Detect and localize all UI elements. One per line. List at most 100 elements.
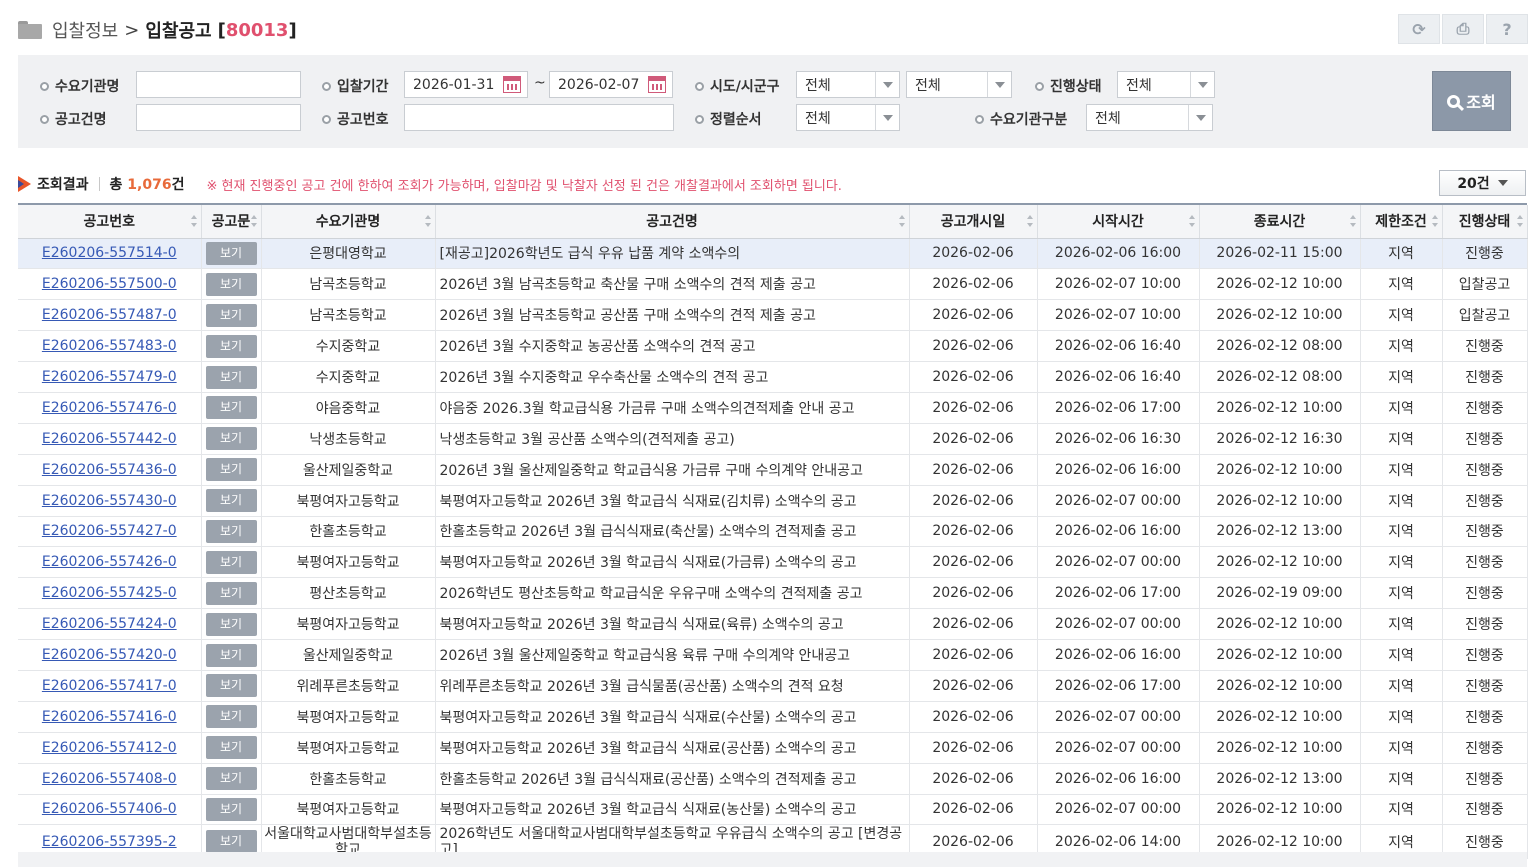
view-button[interactable]: 보기	[205, 797, 257, 821]
col-document-header[interactable]: 공고문	[201, 205, 262, 239]
table-row[interactable]: E260206-557476-0 보기 야음중학교 야음중 2026.3월 학교급식용…	[18, 392, 1528, 424]
page-size-select[interactable]: 20건	[1439, 170, 1526, 196]
notice-no-link[interactable]: E260206-557487-0	[42, 307, 177, 323]
table-row[interactable]: E260206-557430-0 보기 북평여자고등학교 북평여자고등학교 2026년…	[18, 485, 1528, 517]
agency-input[interactable]	[136, 71, 301, 98]
sort-icon[interactable]	[1516, 215, 1523, 227]
notice-no-link[interactable]: E260206-557406-0	[42, 801, 177, 817]
sort-select[interactable]: 전체	[796, 104, 900, 131]
view-button[interactable]: 보기	[205, 830, 257, 854]
col-title-header[interactable]: 공고건명	[435, 205, 910, 239]
sort-icon[interactable]	[190, 215, 197, 227]
table-row[interactable]: E260206-557500-0 보기 남곡초등학교 2026년 3월 남곡초등학교 …	[18, 268, 1528, 301]
status-select[interactable]: 전체	[1117, 71, 1215, 98]
view-button[interactable]: 보기	[205, 767, 257, 791]
col-limit-header[interactable]: 제한조건	[1360, 205, 1443, 239]
view-button[interactable]: 보기	[205, 643, 257, 667]
view-button[interactable]: 보기	[205, 705, 257, 729]
table-row[interactable]: E260206-557514-0 보기 은평대영학교 [재공고]2026학년도 급식 …	[18, 238, 1528, 270]
notice-no-link[interactable]: E260206-557416-0	[42, 709, 177, 725]
view-button[interactable]: 보기	[205, 489, 257, 513]
date-from-input[interactable]: 2026-01-31	[404, 71, 528, 98]
notice-no-link[interactable]: E260206-557420-0	[42, 647, 177, 663]
table-row[interactable]: E260206-557406-0 보기 북평여자고등학교 북평여자고등학교 2026년…	[18, 794, 1528, 826]
agency-type-select[interactable]: 전체	[1086, 104, 1213, 131]
sort-icon[interactable]	[1349, 215, 1356, 227]
view-button[interactable]: 보기	[205, 241, 257, 265]
col-agency-header[interactable]: 수요기관명	[261, 205, 436, 239]
notice-no-link[interactable]: E260206-557479-0	[42, 369, 177, 385]
date-to-input[interactable]: 2026-02-07	[549, 71, 673, 98]
notice-no-link[interactable]: E260206-557412-0	[42, 740, 177, 756]
col-start-time-header[interactable]: 시작시간	[1037, 205, 1200, 239]
table-row[interactable]: E260206-557417-0 보기 위례푸른초등학교 위례푸른초등학교 2026년…	[18, 670, 1528, 702]
region-sigungu-select[interactable]: 전체	[906, 71, 1012, 98]
region-sido-select[interactable]: 전체	[796, 71, 900, 98]
col-notice-no-header[interactable]: 공고번호	[18, 205, 202, 239]
table-row[interactable]: E260206-557426-0 보기 북평여자고등학교 북평여자고등학교 2026년…	[18, 546, 1528, 579]
notice-no-input[interactable]	[404, 104, 674, 131]
calendar-icon[interactable]	[648, 76, 666, 93]
notice-no-link[interactable]: E260206-557476-0	[42, 400, 177, 416]
notice-no-link[interactable]: E260206-557436-0	[42, 462, 177, 478]
table-row[interactable]: E260206-557416-0 보기 북평여자고등학교 북평여자고등학교 2026년…	[18, 701, 1528, 733]
title-cell: 북평여자고등학교 2026년 3월 학교급식 식재료(공산품) 소액수의 공고	[435, 732, 910, 764]
help-icon[interactable]: ?	[1486, 14, 1528, 44]
notice-no-link[interactable]: E260206-557425-0	[42, 585, 177, 601]
table-row[interactable]: E260206-557425-0 보기 평산초등학교 2026학년도 평산초등학교 학…	[18, 577, 1528, 610]
view-button[interactable]: 보기	[205, 736, 257, 760]
table-row[interactable]: E260206-557436-0 보기 울산제일중학교 2026년 3월 울산제일중학…	[18, 454, 1528, 486]
view-button[interactable]: 보기	[205, 519, 257, 543]
view-button[interactable]: 보기	[205, 396, 257, 420]
table-row[interactable]: E260206-557479-0 보기 수지중학교 2026년 3월 수지중학교 우수…	[18, 361, 1528, 393]
notice-no-link[interactable]: E260206-557430-0	[42, 493, 177, 509]
view-button[interactable]: 보기	[205, 674, 257, 698]
table-row[interactable]: E260206-557483-0 보기 수지중학교 2026년 3월 수지중학교 농공…	[18, 330, 1528, 363]
refresh-icon[interactable]: ⟳	[1398, 14, 1440, 44]
notice-no-link[interactable]: E260206-557424-0	[42, 616, 177, 632]
col-open-date-header[interactable]: 공고개시일	[909, 205, 1038, 239]
notice-no-link[interactable]: E260206-557442-0	[42, 431, 177, 447]
print-icon[interactable]: ⎙	[1442, 14, 1484, 44]
notice-no-link[interactable]: E260206-557427-0	[42, 523, 177, 539]
notice-no-link[interactable]: E260206-557426-0	[42, 554, 177, 570]
table-row[interactable]: E260206-557424-0 보기 북평여자고등학교 북평여자고등학교 2026년…	[18, 608, 1528, 641]
sort-icon[interactable]	[250, 215, 257, 227]
sort-icon[interactable]	[1188, 215, 1195, 227]
col-end-time-header[interactable]: 종료시간	[1199, 205, 1361, 239]
table-row[interactable]: E260206-557420-0 보기 울산제일중학교 2026년 3월 울산제일중학…	[18, 639, 1528, 671]
agency-cell: 야음중학교	[261, 392, 436, 424]
sort-icon[interactable]	[898, 215, 905, 227]
view-button[interactable]: 보기	[205, 612, 257, 636]
breadcrumb-parent[interactable]: 입찰정보	[52, 17, 118, 43]
table-row[interactable]: E260206-557487-0 보기 남곡초등학교 2026년 3월 남곡초등학교 …	[18, 299, 1528, 332]
view-button[interactable]: 보기	[205, 550, 257, 574]
sort-icon[interactable]	[1026, 215, 1033, 227]
table-row[interactable]: E260206-557408-0 보기 한홀초등학교 한홀초등학교 2026년 3월 …	[18, 763, 1528, 795]
view-button[interactable]: 보기	[205, 334, 257, 358]
agency-type-label: 수요기관구분	[990, 112, 1068, 128]
notice-no-cell: E260206-557436-0	[18, 454, 202, 486]
table-row[interactable]: E260206-557427-0 보기 한홀초등학교 한홀초등학교 2026년 3월 …	[18, 516, 1528, 548]
table-row[interactable]: E260206-557442-0 보기 낙생초등학교 낙생초등학교 3월 공산품 소액…	[18, 423, 1528, 455]
search-button[interactable]: 조회	[1432, 71, 1511, 131]
notice-no-link[interactable]: E260206-557417-0	[42, 678, 177, 694]
notice-no-link[interactable]: E260206-557408-0	[42, 771, 177, 787]
view-button[interactable]: 보기	[205, 303, 257, 327]
view-button[interactable]: 보기	[205, 427, 257, 451]
title-input[interactable]	[136, 104, 301, 131]
notice-no-link[interactable]: E260206-557514-0	[42, 245, 177, 261]
view-button[interactable]: 보기	[205, 581, 257, 605]
status-value: 전체	[1126, 77, 1152, 94]
sort-icon[interactable]	[1431, 215, 1438, 227]
table-row[interactable]: E260206-557412-0 보기 북평여자고등학교 북평여자고등학교 2026년…	[18, 732, 1528, 764]
calendar-icon[interactable]	[503, 76, 521, 93]
notice-no-link[interactable]: E260206-557483-0	[42, 338, 177, 354]
notice-no-link[interactable]: E260206-557500-0	[42, 276, 177, 292]
col-status-header[interactable]: 진행상태	[1442, 205, 1528, 239]
view-button[interactable]: 보기	[205, 272, 257, 296]
view-button[interactable]: 보기	[205, 365, 257, 389]
notice-no-link[interactable]: E260206-557395-2	[42, 834, 177, 850]
sort-icon[interactable]	[424, 215, 431, 227]
view-button[interactable]: 보기	[205, 458, 257, 482]
